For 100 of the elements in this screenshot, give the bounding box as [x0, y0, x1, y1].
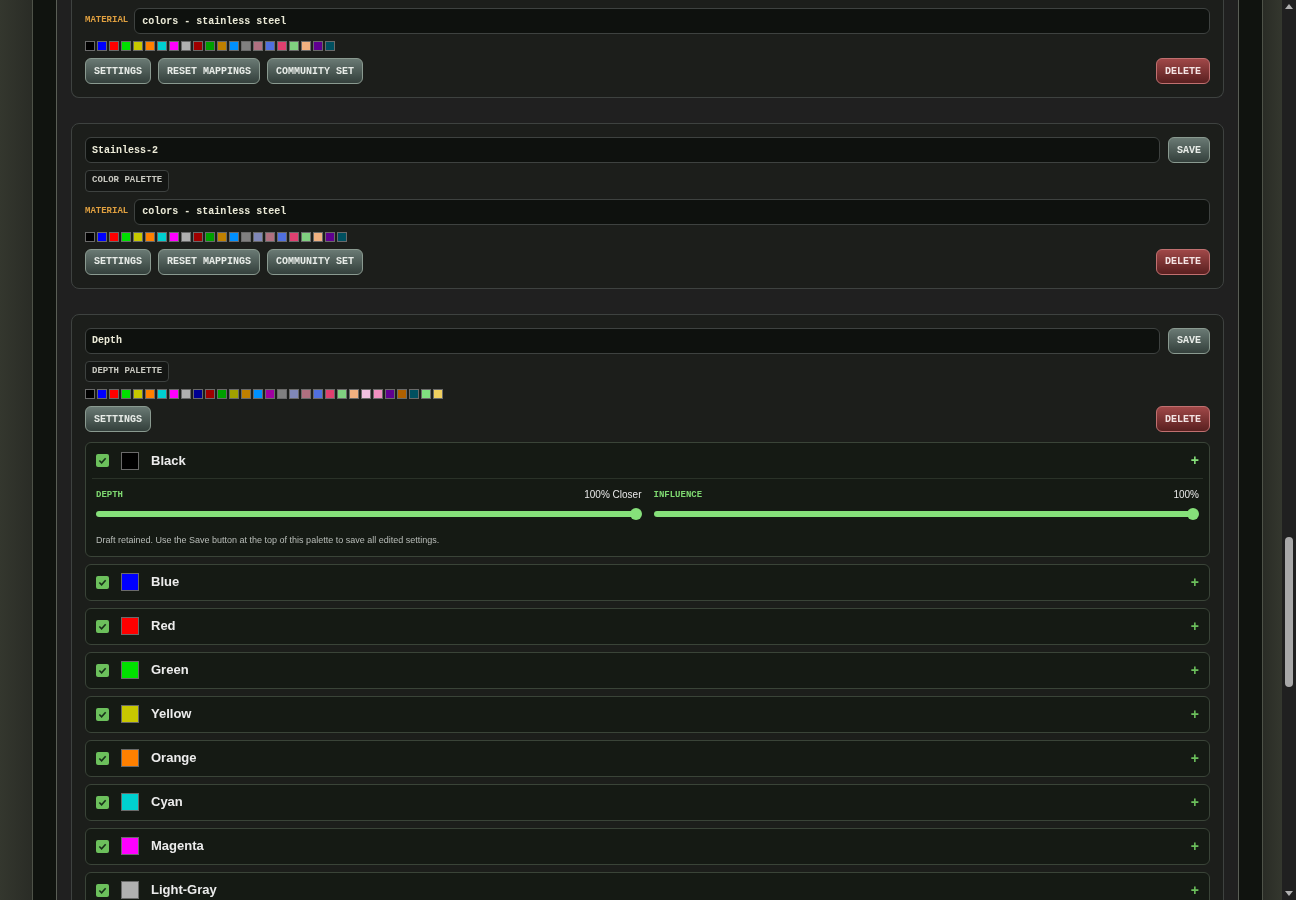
color-swatch[interactable] — [325, 231, 335, 242]
color-swatch[interactable] — [289, 389, 299, 399]
color-swatch[interactable] — [133, 41, 143, 51]
color-swatch[interactable] — [145, 41, 155, 51]
expand-toggle[interactable]: + — [1190, 703, 1199, 725]
checkbox[interactable] — [96, 619, 109, 633]
color-swatch[interactable] — [373, 389, 383, 399]
color-swatch[interactable] — [229, 389, 239, 399]
color-swatch[interactable] — [181, 389, 191, 399]
color-swatch[interactable] — [121, 389, 131, 399]
palette-action-button[interactable]: RESET MAPPINGS — [158, 248, 261, 275]
color-swatch[interactable] — [313, 41, 323, 51]
color-swatch[interactable] — [133, 231, 143, 242]
expand-toggle[interactable]: + — [1190, 571, 1199, 593]
color-swatch[interactable] — [181, 41, 191, 51]
color-swatch[interactable] — [277, 389, 287, 399]
expand-toggle[interactable]: + — [1190, 659, 1199, 681]
color-swatch[interactable] — [97, 231, 107, 242]
color-swatch[interactable] — [421, 389, 431, 399]
palette-action-button[interactable]: SETTINGS — [85, 248, 151, 275]
color-swatch[interactable] — [337, 389, 347, 399]
palette-action-button[interactable]: SETTINGS — [85, 406, 151, 432]
save-button[interactable]: SAVE — [1168, 327, 1210, 354]
color-swatch[interactable] — [253, 231, 263, 242]
color-swatch[interactable] — [169, 231, 179, 242]
color-swatch[interactable] — [205, 389, 215, 399]
scrollbar-thumb[interactable] — [1285, 537, 1293, 687]
color-swatch[interactable] — [301, 231, 311, 242]
color-swatch[interactable] — [85, 231, 95, 242]
expand-toggle[interactable]: + — [1190, 879, 1199, 900]
color-swatch[interactable] — [289, 41, 299, 51]
checkbox[interactable] — [96, 707, 109, 721]
color-swatch[interactable] — [109, 41, 119, 51]
color-swatch[interactable] — [121, 41, 131, 51]
material-field[interactable]: colors - stainless steel — [134, 8, 1210, 34]
expand-toggle[interactable]: + — [1190, 615, 1199, 637]
color-swatch[interactable] — [97, 41, 107, 51]
checkbox[interactable] — [96, 751, 109, 765]
checkbox[interactable] — [96, 883, 109, 897]
color-swatch[interactable] — [145, 389, 155, 399]
color-swatch[interactable] — [361, 389, 371, 399]
color-swatch[interactable] — [241, 231, 251, 242]
scrollbar[interactable] — [1282, 0, 1296, 900]
color-swatch[interactable] — [205, 231, 215, 242]
color-swatch[interactable] — [157, 231, 167, 242]
color-swatch[interactable] — [169, 389, 179, 399]
color-swatch[interactable] — [169, 41, 179, 51]
expand-toggle[interactable]: + — [1190, 835, 1199, 857]
color-swatch[interactable] — [385, 389, 395, 399]
color-swatch[interactable] — [397, 389, 407, 399]
delete-button[interactable]: DELETE — [1156, 248, 1210, 275]
color-swatch[interactable] — [325, 389, 335, 399]
color-swatch[interactable] — [253, 41, 263, 51]
delete-button[interactable]: DELETE — [1156, 406, 1210, 432]
color-swatch[interactable] — [109, 389, 119, 399]
expand-toggle[interactable]: + — [1190, 450, 1199, 471]
color-swatch[interactable] — [193, 231, 203, 242]
save-button[interactable]: SAVE — [1168, 137, 1210, 163]
color-swatch[interactable] — [109, 231, 119, 242]
color-swatch[interactable] — [133, 389, 143, 399]
color-swatch[interactable] — [433, 389, 443, 399]
color-swatch[interactable] — [265, 41, 275, 51]
color-swatch[interactable] — [337, 231, 347, 242]
color-swatch[interactable] — [313, 231, 323, 242]
checkbox[interactable] — [96, 795, 109, 809]
palette-action-button[interactable]: COMMUNITY SET — [267, 248, 364, 275]
scroll-down-icon[interactable] — [1285, 889, 1293, 897]
color-swatch[interactable] — [193, 41, 203, 51]
color-swatch[interactable] — [229, 231, 239, 242]
color-swatch[interactable] — [157, 41, 167, 51]
color-swatch[interactable] — [205, 41, 215, 51]
color-swatch[interactable] — [85, 389, 95, 399]
scroll-up-icon[interactable] — [1285, 3, 1293, 11]
color-swatch[interactable] — [217, 231, 227, 242]
color-swatch[interactable] — [241, 41, 251, 51]
color-swatch[interactable] — [97, 389, 107, 399]
color-swatch[interactable] — [145, 231, 155, 242]
color-swatch[interactable] — [277, 231, 287, 242]
color-swatch[interactable] — [349, 389, 359, 399]
expand-toggle[interactable]: + — [1190, 747, 1199, 769]
palette-action-button[interactable]: SETTINGS — [85, 58, 151, 84]
checkbox[interactable] — [96, 663, 109, 677]
color-swatch[interactable] — [253, 389, 263, 399]
palette-action-button[interactable]: RESET MAPPINGS — [158, 58, 261, 84]
color-swatch[interactable] — [121, 231, 131, 242]
color-swatch[interactable] — [313, 389, 323, 399]
color-swatch[interactable] — [217, 389, 227, 399]
color-swatch[interactable] — [277, 41, 287, 51]
color-swatch[interactable] — [241, 389, 251, 399]
checkbox[interactable] — [96, 454, 109, 467]
color-swatch[interactable] — [217, 41, 227, 51]
palette-name-field[interactable]: Depth — [85, 327, 1160, 354]
checkbox[interactable] — [96, 575, 109, 589]
palette-action-button[interactable]: COMMUNITY SET — [267, 58, 364, 84]
color-swatch[interactable] — [301, 389, 311, 399]
palette-name-field[interactable]: Stainless-2 — [85, 137, 1160, 163]
color-swatch[interactable] — [157, 389, 167, 399]
color-swatch[interactable] — [409, 389, 419, 399]
color-swatch[interactable] — [325, 41, 335, 51]
color-swatch[interactable] — [229, 41, 239, 51]
